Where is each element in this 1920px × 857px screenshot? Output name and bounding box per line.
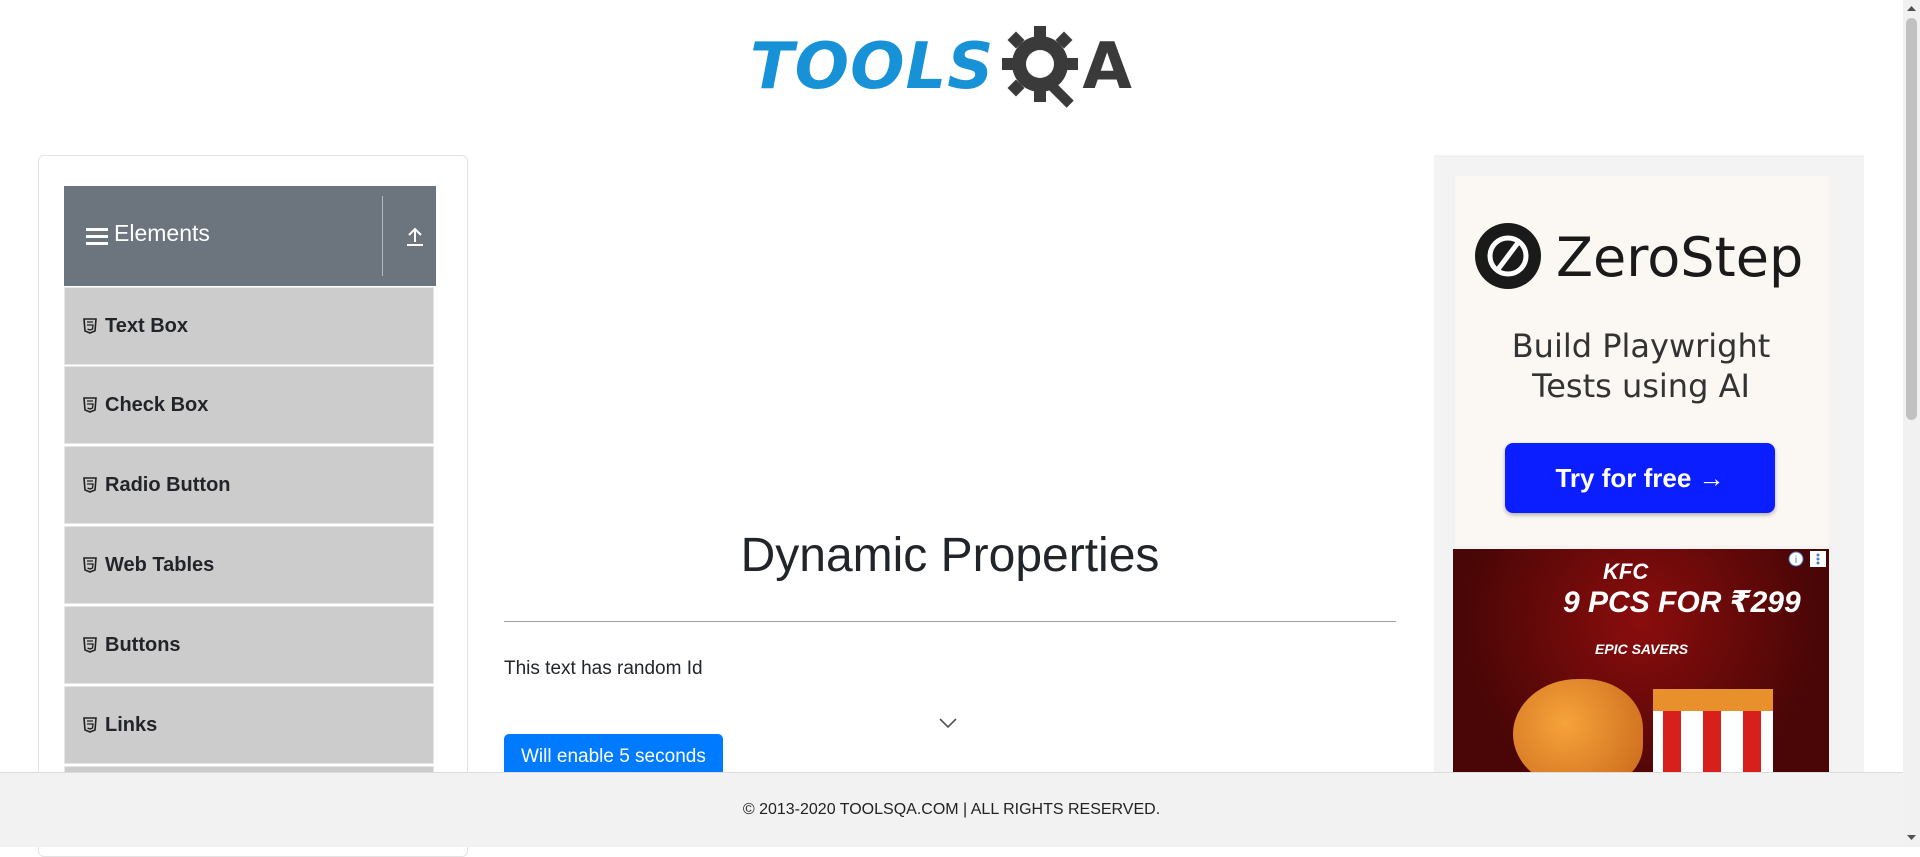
- sidebar-item-label: Check Box: [105, 393, 209, 416]
- html5-icon: [83, 717, 97, 733]
- page-title: Dynamic Properties: [740, 529, 1160, 582]
- svg-text:i: i: [1795, 555, 1798, 566]
- footer-copyright: © 2013-2020 TOOLSQA.COM | ALL RIGHTS RES…: [742, 801, 1161, 818]
- gear-magnifier-icon: [1002, 26, 1079, 108]
- scrollbar-thumb[interactable]: [1906, 18, 1917, 420]
- zerostep-brand: ZeroStep: [1556, 226, 1804, 289]
- sidebar-item-buttons[interactable]: Buttons: [64, 606, 434, 684]
- scroll-down-arrow-icon[interactable]: [1906, 832, 1917, 843]
- elements-group-header[interactable]: Elements: [64, 186, 436, 286]
- zerostep-tagline: Build Playwright Tests using AI: [1462, 326, 1820, 406]
- sidebar-item-radio-button[interactable]: Radio Button: [64, 446, 434, 524]
- kfc-ad[interactable]: KFC 9 PCS FOR ₹299 EPIC SAVERS: [1453, 549, 1829, 789]
- zerostep-tagline-line2: Tests using AI: [1532, 367, 1750, 405]
- logo-text-a: A: [1082, 30, 1132, 104]
- html5-icon: [83, 397, 97, 413]
- html5-icon: [83, 637, 97, 653]
- html5-icon: [83, 318, 97, 334]
- sidebar-item-label: Radio Button: [105, 473, 231, 496]
- sidebar-item-label: Text Box: [105, 314, 188, 337]
- chevron-down-icon: [939, 718, 957, 729]
- group-title: Elements: [114, 220, 210, 246]
- kfc-logo: KFC: [1603, 559, 1649, 584]
- footer: © 2013-2020 TOOLSQA.COM | ALL RIGHTS RES…: [0, 772, 1903, 847]
- try-free-button[interactable]: Try for free →: [1505, 443, 1775, 513]
- sidebar-item-web-tables[interactable]: Web Tables: [64, 526, 434, 604]
- kfc-subtitle: EPIC SAVERS: [1595, 641, 1689, 657]
- sidebar-item-check-box[interactable]: Check Box: [64, 366, 434, 444]
- title-divider: [504, 621, 1396, 622]
- logo-text-tools: TOOLS: [750, 30, 995, 104]
- ad-info-icon[interactable]: i: [1788, 551, 1804, 567]
- kfc-price: 9 PCS FOR ₹299: [1563, 586, 1801, 619]
- ad-more-icon[interactable]: [1810, 551, 1826, 567]
- sidebar-item-links[interactable]: Links: [64, 686, 434, 764]
- html5-icon: [83, 557, 97, 573]
- random-id-text: This text has random Id: [504, 658, 703, 679]
- sidebar-item-label: Web Tables: [105, 553, 215, 576]
- header-divider: [382, 196, 383, 276]
- toolsqa-logo[interactable]: TOOLS A: [750, 18, 1132, 116]
- collapse-up-icon[interactable]: [404, 226, 426, 248]
- sidebar-item-text-box[interactable]: Text Box: [64, 287, 434, 365]
- hamburger-icon: [86, 228, 108, 246]
- scroll-up-arrow-icon[interactable]: [1906, 3, 1917, 14]
- sidebar-item-label: Buttons: [105, 633, 181, 656]
- zerostep-logo-icon: [1475, 223, 1541, 289]
- zerostep-tagline-line1: Build Playwright: [1511, 327, 1771, 365]
- html5-icon: [83, 477, 97, 493]
- sidebar-item-label: Links: [105, 713, 158, 736]
